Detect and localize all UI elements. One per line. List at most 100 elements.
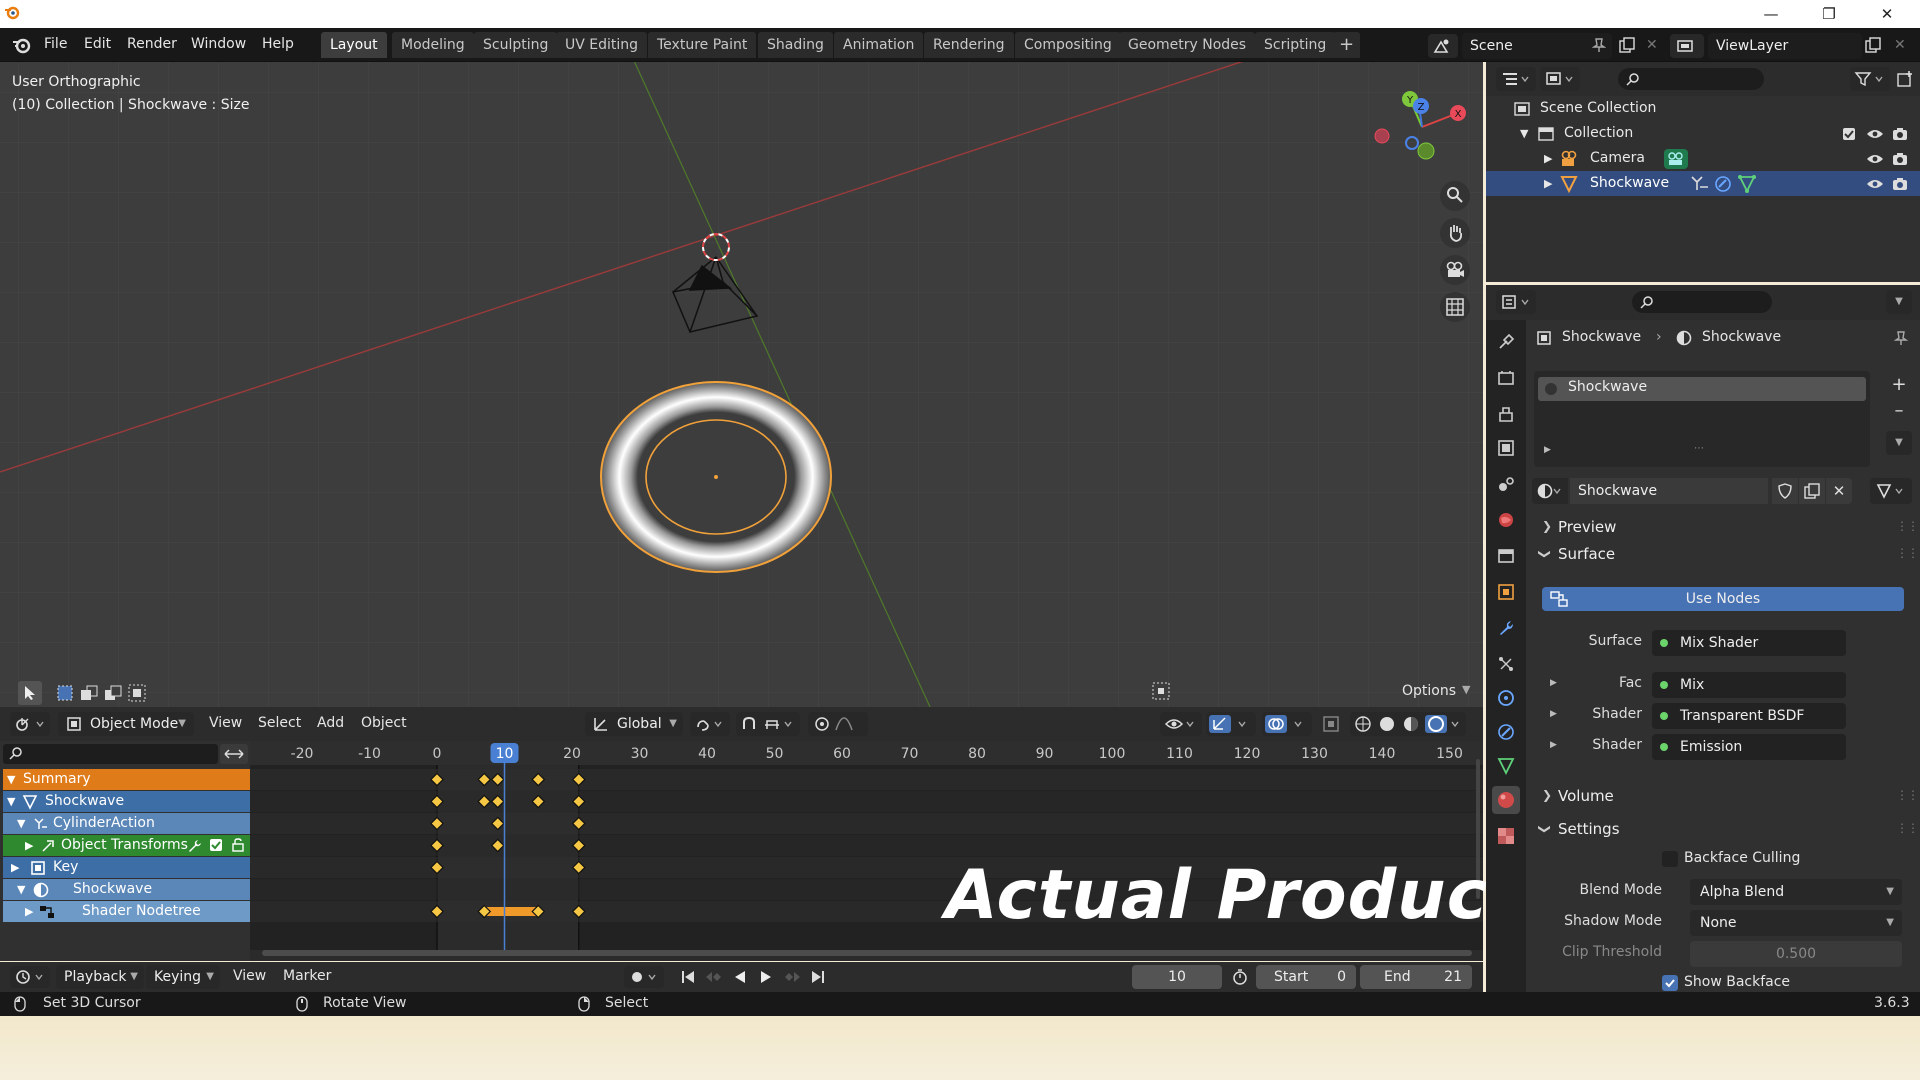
play-reverse-icon[interactable]: [732, 969, 748, 989]
swap-arrows-icon[interactable]: [220, 744, 248, 764]
channel-object-transforms[interactable]: ▶ Object Transforms: [3, 835, 250, 856]
resize-grip-icon[interactable]: ⋯: [1694, 443, 1705, 454]
material-tab-icon[interactable]: [1492, 786, 1520, 814]
menu-render[interactable]: Render: [127, 36, 177, 52]
visibility-icon[interactable]: [1160, 712, 1202, 736]
collapse-arrow-icon[interactable]: ▶: [11, 857, 19, 878]
isolate-icon[interactable]: [1152, 682, 1170, 704]
scene-tab-icon[interactable]: [1492, 470, 1520, 498]
menu-marker[interactable]: Marker: [283, 968, 331, 984]
panel-settings[interactable]: Settings: [1558, 820, 1620, 838]
select-tool-icon[interactable]: [18, 681, 42, 705]
camera-view-icon[interactable]: [1440, 255, 1470, 285]
collection-tab-icon[interactable]: [1492, 542, 1520, 570]
outliner-row-collection[interactable]: ▼ Collection: [1486, 121, 1920, 146]
shadow-mode-dropdown[interactable]: None ▼: [1690, 910, 1902, 936]
options-chevron-icon[interactable]: ▼: [1462, 683, 1470, 696]
view-layer-selector-icon[interactable]: [1670, 34, 1704, 58]
delete-scene-icon[interactable]: ✕: [1646, 37, 1658, 53]
chevron-down-icon[interactable]: ❯: [1538, 824, 1552, 834]
restore-button[interactable]: ❐: [1806, 0, 1852, 28]
duplicate-material-icon[interactable]: [1799, 478, 1825, 504]
navigation-gizmo[interactable]: X Y Z: [1370, 82, 1480, 192]
orientation-dropdown[interactable]: Global ▼: [585, 712, 683, 736]
panel-volume[interactable]: Volume: [1558, 787, 1614, 805]
play-icon[interactable]: [758, 969, 774, 989]
expand-arrow-icon[interactable]: ▶: [1544, 445, 1551, 455]
select-invert-icon[interactable]: [128, 684, 146, 706]
panel-grip-icon[interactable]: ⋮⋮: [1896, 519, 1919, 533]
channel-summary[interactable]: ▼ Summary: [3, 769, 250, 790]
link-mode-icon[interactable]: [1870, 478, 1912, 504]
clip-threshold-field[interactable]: 0.500: [1690, 941, 1902, 967]
tab-geometry-nodes[interactable]: Geometry Nodes: [1119, 32, 1256, 58]
select-extend-icon[interactable]: [80, 684, 98, 706]
output-tab-icon[interactable]: [1492, 400, 1520, 428]
tab-layout[interactable]: Layout: [321, 32, 387, 58]
timeline-editor-icon[interactable]: [10, 966, 50, 988]
expand-arrow-icon[interactable]: ▼: [17, 813, 25, 834]
show-backface-checkbox[interactable]: [1662, 975, 1678, 991]
options-label[interactable]: Options: [1402, 683, 1456, 699]
scene-selector-icon[interactable]: [1428, 34, 1458, 58]
current-frame-field[interactable]: 10: [1132, 965, 1222, 989]
menu-object[interactable]: Object: [361, 715, 407, 731]
display-mode-icon[interactable]: [1540, 67, 1580, 91]
physics-tab-icon[interactable]: [1492, 684, 1520, 712]
tab-animation[interactable]: Animation: [834, 32, 924, 58]
new-collection-icon[interactable]: [1896, 70, 1914, 92]
panel-preview[interactable]: Preview: [1558, 518, 1616, 536]
channel-cylinder-action[interactable]: ▼ CylinderAction: [3, 813, 250, 834]
expand-arrow-icon[interactable]: ▼: [7, 791, 15, 812]
tab-rendering[interactable]: Rendering: [924, 32, 1014, 58]
menu-view-timeline[interactable]: View: [233, 968, 266, 984]
tab-modeling[interactable]: Modeling: [392, 32, 474, 58]
menu-window[interactable]: Window: [191, 36, 246, 52]
minimize-button[interactable]: —: [1748, 0, 1794, 28]
playback-menu[interactable]: Playback ▼: [56, 965, 144, 989]
outliner-editor-icon[interactable]: [1496, 67, 1536, 91]
menu-help[interactable]: Help: [262, 36, 294, 52]
material-browse-icon[interactable]: [1532, 478, 1568, 504]
fac-input-field[interactable]: Mix: [1652, 672, 1846, 698]
channel-shockwave-material[interactable]: ▼ Shockwave: [3, 879, 250, 900]
pivot-point-icon[interactable]: [690, 712, 730, 736]
tab-texture-paint[interactable]: Texture Paint: [648, 32, 757, 58]
data-tab-icon[interactable]: [1492, 752, 1520, 780]
collapse-arrow-icon[interactable]: ▶: [1544, 146, 1552, 171]
menu-view[interactable]: View: [209, 715, 242, 731]
3d-viewport[interactable]: User Orthographic (10) Collection | Shoc…: [0, 62, 1483, 707]
blender-menu-icon[interactable]: [12, 36, 32, 58]
collapse-arrow-icon[interactable]: ▶: [1544, 171, 1552, 196]
tab-sculpting[interactable]: Sculpting: [474, 32, 558, 58]
outliner-search-input[interactable]: [1618, 68, 1764, 90]
add-workspace-button[interactable]: +: [1333, 32, 1361, 58]
start-frame-field[interactable]: Start 0: [1256, 965, 1356, 989]
surface-shader-field[interactable]: Mix Shader: [1652, 630, 1846, 656]
tab-compositing[interactable]: Compositing: [1015, 32, 1121, 58]
channel-shockwave-object[interactable]: ▼ Shockwave: [3, 791, 250, 812]
remove-slot-button[interactable]: –: [1886, 399, 1912, 423]
tab-shading[interactable]: Shading: [758, 32, 833, 58]
particles-tab-icon[interactable]: [1492, 650, 1520, 678]
object-tab-icon[interactable]: [1492, 578, 1520, 606]
xray-toggle-icon[interactable]: [1322, 715, 1340, 737]
tab-scripting[interactable]: Scripting: [1255, 32, 1336, 58]
options-chevron-icon[interactable]: ▼: [1886, 290, 1912, 314]
menu-select[interactable]: Select: [258, 715, 301, 731]
channel-search-input[interactable]: [3, 744, 218, 764]
chevron-down-icon[interactable]: ❯: [1538, 549, 1552, 559]
unlink-material-icon[interactable]: ✕: [1826, 478, 1852, 504]
properties-editor[interactable]: ▼ Shockwave › Shockwave Shockwave ▶ ⋯ + …: [1486, 285, 1920, 992]
shading-mode-group[interactable]: [1350, 712, 1466, 736]
proportional-edit-icon[interactable]: [808, 712, 868, 736]
collapse-arrow-icon[interactable]: ▶: [25, 835, 33, 856]
texture-tab-icon[interactable]: [1492, 822, 1520, 850]
new-scene-icon[interactable]: [1618, 36, 1636, 58]
menu-add[interactable]: Add: [317, 715, 344, 731]
outliner-row-camera[interactable]: ▶ Camera: [1486, 146, 1920, 171]
channel-shader-nodetree[interactable]: ▶ Shader Nodetree: [3, 901, 250, 922]
record-icon[interactable]: [624, 966, 664, 988]
snap-icon[interactable]: [736, 712, 800, 736]
tab-uv-editing[interactable]: UV Editing: [556, 32, 648, 58]
